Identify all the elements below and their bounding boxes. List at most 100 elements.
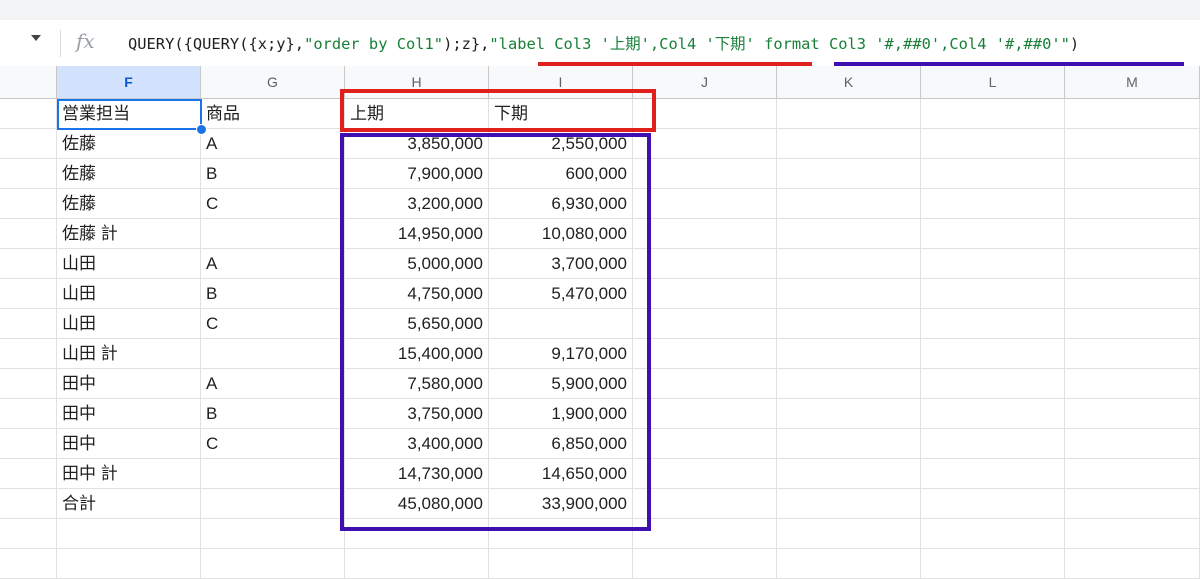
row-header[interactable] — [0, 129, 57, 159]
row-header[interactable] — [0, 459, 57, 489]
grid-cell[interactable] — [633, 309, 777, 339]
row-header[interactable] — [0, 159, 57, 189]
grid-cell[interactable] — [777, 279, 921, 309]
grid-cell[interactable]: C — [201, 429, 345, 459]
row-header[interactable] — [0, 309, 57, 339]
grid-cell[interactable] — [1065, 279, 1200, 309]
grid-cell[interactable] — [921, 99, 1065, 129]
grid-cell[interactable]: 田中 — [57, 369, 201, 399]
grid-cell[interactable] — [633, 549, 777, 579]
grid-cell[interactable] — [1065, 519, 1200, 549]
grid-cell[interactable] — [777, 309, 921, 339]
grid-cell[interactable] — [777, 489, 921, 519]
grid-cell[interactable] — [633, 189, 777, 219]
grid-cell[interactable] — [1065, 339, 1200, 369]
grid-cell[interactable]: B — [201, 279, 345, 309]
grid-cell[interactable] — [777, 399, 921, 429]
grid-cell[interactable] — [921, 129, 1065, 159]
grid-cell[interactable] — [921, 369, 1065, 399]
grid-cell[interactable] — [921, 159, 1065, 189]
grid-cell[interactable]: 田中 — [57, 429, 201, 459]
grid-cell[interactable]: 山田 計 — [57, 339, 201, 369]
grid-cell[interactable]: C — [201, 309, 345, 339]
grid-cell[interactable] — [777, 369, 921, 399]
row-header[interactable] — [0, 519, 57, 549]
grid-cell[interactable] — [201, 489, 345, 519]
grid-cell[interactable] — [1065, 399, 1200, 429]
grid-cell[interactable] — [57, 549, 201, 579]
grid-cell[interactable] — [777, 519, 921, 549]
grid-cell[interactable] — [633, 489, 777, 519]
row-header[interactable] — [0, 399, 57, 429]
grid-cell[interactable] — [777, 549, 921, 579]
column-header-k[interactable]: K — [777, 66, 921, 99]
grid-cell[interactable] — [1065, 129, 1200, 159]
grid-cell[interactable] — [921, 309, 1065, 339]
grid-cell[interactable] — [633, 519, 777, 549]
grid-cell[interactable]: A — [201, 129, 345, 159]
row-header[interactable] — [0, 99, 57, 129]
grid-cell[interactable] — [201, 519, 345, 549]
grid-cell[interactable] — [1065, 549, 1200, 579]
formula-input[interactable]: QUERY({QUERY({x;y},"order by Col1");z},"… — [128, 32, 1079, 54]
grid-cell[interactable] — [921, 519, 1065, 549]
grid-cell[interactable] — [633, 399, 777, 429]
grid-cell[interactable] — [1065, 189, 1200, 219]
grid-cell[interactable] — [1065, 489, 1200, 519]
grid-cell[interactable] — [489, 549, 633, 579]
grid-cell[interactable]: 商品 — [201, 99, 345, 129]
grid-cell[interactable] — [1065, 249, 1200, 279]
grid-cell[interactable] — [1065, 309, 1200, 339]
grid-cell[interactable]: 佐藤 計 — [57, 219, 201, 249]
grid-cell[interactable]: 佐藤 — [57, 189, 201, 219]
grid-cell[interactable] — [633, 459, 777, 489]
column-header-g[interactable]: G — [201, 66, 345, 99]
grid-cell[interactable] — [633, 429, 777, 459]
fill-handle[interactable] — [196, 124, 207, 135]
column-header-l[interactable]: L — [921, 66, 1065, 99]
row-header[interactable] — [0, 219, 57, 249]
grid-cell[interactable] — [1065, 459, 1200, 489]
grid-cell[interactable]: A — [201, 369, 345, 399]
grid-cell[interactable] — [201, 219, 345, 249]
grid-cell[interactable]: C — [201, 189, 345, 219]
row-header[interactable] — [0, 189, 57, 219]
grid-cell[interactable] — [1065, 429, 1200, 459]
grid-cell[interactable] — [777, 129, 921, 159]
row-header[interactable] — [0, 339, 57, 369]
grid-cell[interactable] — [921, 459, 1065, 489]
grid-cell[interactable] — [1065, 99, 1200, 129]
grid-cell[interactable] — [921, 219, 1065, 249]
column-header-f[interactable]: F — [57, 66, 201, 99]
row-header[interactable] — [0, 249, 57, 279]
row-header[interactable] — [0, 279, 57, 309]
grid-cell[interactable] — [777, 189, 921, 219]
grid-cell[interactable] — [1065, 159, 1200, 189]
grid-cell[interactable] — [921, 429, 1065, 459]
grid-cell[interactable]: B — [201, 399, 345, 429]
grid-cell[interactable]: 山田 — [57, 279, 201, 309]
grid-cell[interactable] — [921, 549, 1065, 579]
select-all-corner[interactable] — [0, 66, 57, 99]
grid-cell[interactable] — [633, 339, 777, 369]
grid-cell[interactable] — [777, 159, 921, 189]
grid-cell[interactable] — [777, 339, 921, 369]
grid-cell[interactable]: 山田 — [57, 249, 201, 279]
grid-cell[interactable] — [777, 429, 921, 459]
grid-cell[interactable] — [921, 339, 1065, 369]
column-header-m[interactable]: M — [1065, 66, 1200, 99]
grid-cell[interactable] — [921, 399, 1065, 429]
grid-cell[interactable] — [921, 279, 1065, 309]
grid-cell[interactable]: B — [201, 159, 345, 189]
grid-cell[interactable] — [633, 159, 777, 189]
grid-cell[interactable] — [633, 129, 777, 159]
grid-cell[interactable] — [921, 189, 1065, 219]
grid-cell[interactable] — [633, 279, 777, 309]
grid-cell[interactable]: 田中 計 — [57, 459, 201, 489]
grid-cell[interactable] — [1065, 219, 1200, 249]
grid-cell[interactable] — [201, 339, 345, 369]
grid-cell[interactable] — [777, 99, 921, 129]
grid-cell[interactable] — [633, 249, 777, 279]
grid-cell[interactable] — [777, 249, 921, 279]
row-header[interactable] — [0, 549, 57, 579]
